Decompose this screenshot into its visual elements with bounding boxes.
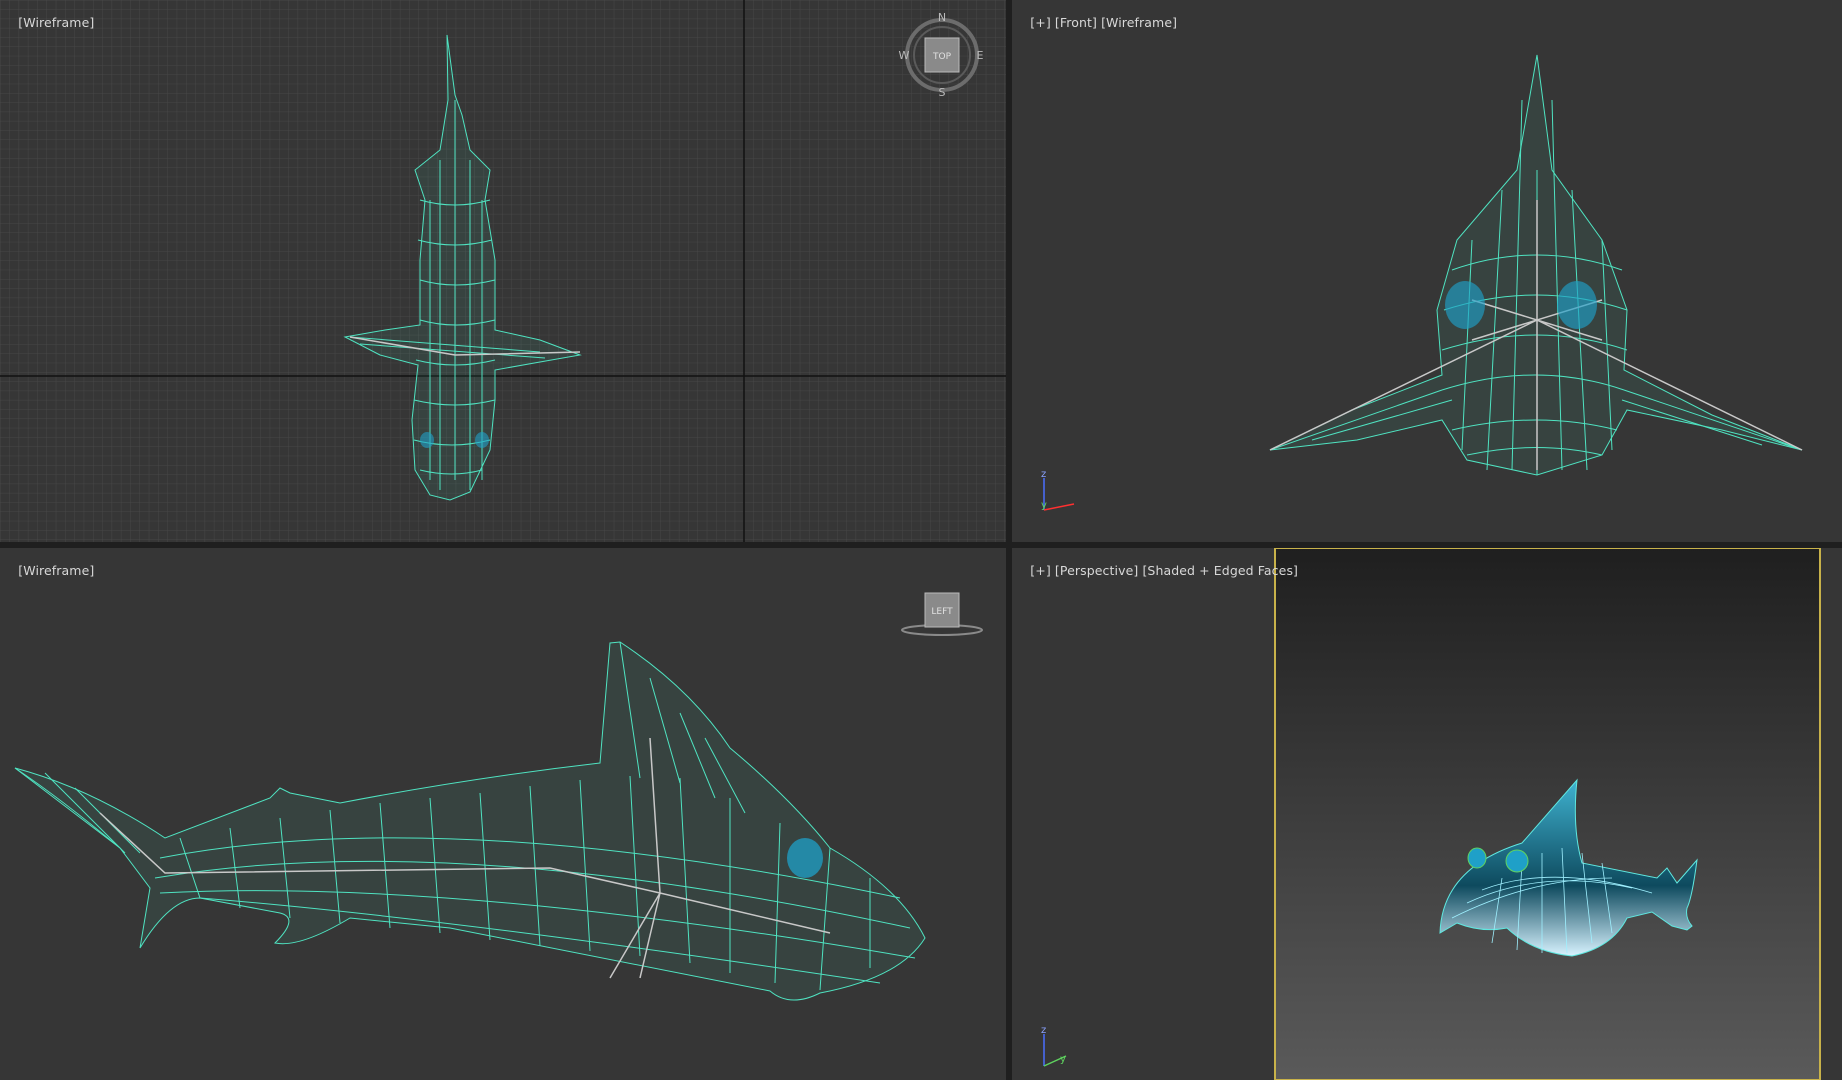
viewport-left[interactable]: LEFT [Wireframe] bbox=[0, 548, 1006, 1080]
viewcube-top-face-label: TOP bbox=[932, 52, 952, 62]
viewport-divider-horizontal[interactable] bbox=[0, 542, 1842, 548]
compass-north-label: N bbox=[938, 11, 946, 24]
shark-side-eye bbox=[787, 838, 823, 878]
viewcube-left-face-label: LEFT bbox=[931, 607, 953, 617]
shark-side-wireframe[interactable] bbox=[14, 641, 926, 1001]
compass-west-label: W bbox=[899, 49, 910, 62]
viewport-perspective-plus-menu[interactable]: [+] bbox=[1030, 563, 1051, 578]
viewport-perspective[interactable]: z y [+] [Perspective] [Shaded + Edged Fa… bbox=[1012, 548, 1842, 1080]
compass-south-label: S bbox=[939, 86, 946, 99]
shark-front-eye-right bbox=[1557, 281, 1597, 329]
viewport-front-view-menu[interactable]: [Front] bbox=[1055, 15, 1097, 30]
viewport-top-canvas[interactable]: TOP N S E W bbox=[0, 0, 1006, 542]
viewport-front-canvas[interactable]: z y bbox=[1012, 0, 1842, 542]
viewport-front-plus-menu[interactable]: [+] bbox=[1030, 15, 1051, 30]
axis-z-label-persp: z bbox=[1041, 1025, 1046, 1036]
shark-front-eye-left bbox=[1445, 281, 1485, 329]
viewport-perspective-canvas[interactable]: z y bbox=[1012, 548, 1842, 1080]
viewport-left-canvas[interactable]: LEFT bbox=[0, 548, 1006, 1080]
viewport-left-label[interactable]: [Wireframe] bbox=[2, 548, 94, 593]
viewport-divider-vertical[interactable] bbox=[1006, 0, 1012, 1080]
viewport-top-shading-menu[interactable]: [Wireframe] bbox=[18, 15, 94, 30]
viewport-left-shading-menu[interactable]: [Wireframe] bbox=[18, 563, 94, 578]
viewport-top[interactable]: TOP N S E W [Wireframe] bbox=[0, 0, 1006, 542]
axis-y-label-persp: y bbox=[1060, 1054, 1066, 1065]
viewport-front[interactable]: z y [+] [Front] [Wireframe] bbox=[1012, 0, 1842, 542]
shark-top-eye-left bbox=[420, 432, 434, 448]
shark-front-wireframe[interactable] bbox=[1269, 54, 1803, 476]
viewport-top-label[interactable]: [Wireframe] bbox=[2, 0, 94, 45]
viewport-front-shading-menu[interactable]: [Wireframe] bbox=[1101, 15, 1177, 30]
viewcube-left-icon[interactable]: LEFT bbox=[901, 592, 983, 636]
viewport-front-label[interactable]: [+] [Front] [Wireframe] bbox=[1014, 0, 1177, 45]
viewport-perspective-view-menu[interactable]: [Perspective] bbox=[1055, 563, 1138, 578]
axis-tripod-icon: z y bbox=[1041, 469, 1075, 511]
viewport-perspective-label[interactable]: [+] [Perspective] [Shaded + Edged Faces] bbox=[1014, 548, 1298, 593]
viewport-perspective-shading-menu[interactable]: [Shaded + Edged Faces] bbox=[1142, 563, 1298, 578]
axis-z-label: z bbox=[1041, 469, 1046, 480]
shark-top-eye-right bbox=[475, 432, 489, 448]
axis-tripod-icon: z y bbox=[1041, 1025, 1067, 1067]
axis-y-label: y bbox=[1041, 500, 1047, 511]
compass-east-label: E bbox=[977, 49, 984, 62]
